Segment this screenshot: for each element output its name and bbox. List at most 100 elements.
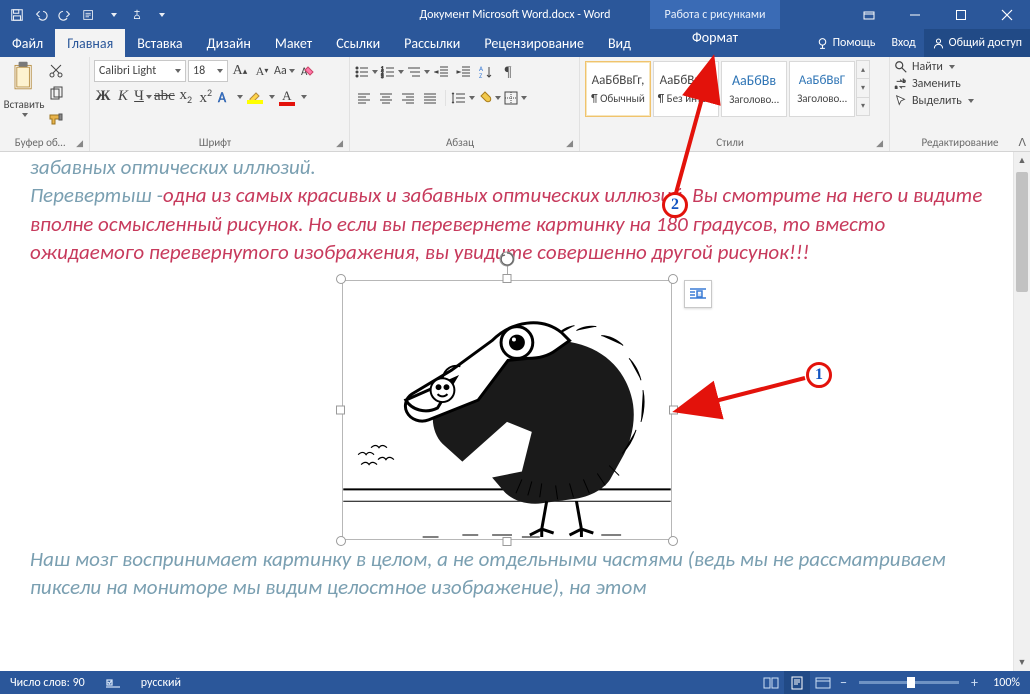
group-label-styles: Стили [584,136,876,151]
qat-customize-icon[interactable] [152,6,170,24]
paste-button[interactable]: Вставить [4,60,44,117]
resize-handle[interactable] [502,274,511,283]
maximize-icon[interactable] [938,0,984,29]
selected-image[interactable] [342,280,672,540]
highlight-icon[interactable] [245,87,265,107]
align-center-icon[interactable] [376,88,396,108]
bullets-icon[interactable] [354,62,378,82]
zoom-out-icon[interactable]: − [836,676,851,690]
show-marks-icon[interactable]: ¶ [498,62,518,82]
vertical-scrollbar[interactable]: ▲ ▼ [1013,152,1030,671]
ribbon-display-icon[interactable] [846,0,892,29]
shading-icon[interactable] [477,88,501,108]
tab-references[interactable]: Ссылки [324,29,392,57]
tab-insert[interactable]: Вставка [125,29,194,57]
replace-button[interactable]: abЗаменить [894,77,974,91]
zoom-level[interactable]: 100% [982,676,1030,690]
clear-formatting-icon[interactable]: A [297,61,317,81]
resize-handle[interactable] [668,536,678,546]
font-size-combo[interactable]: 18 [188,60,228,82]
line-spacing-icon[interactable] [451,88,475,108]
tab-format[interactable]: Формат [650,29,780,46]
collapse-ribbon-icon[interactable]: ᐱ [1018,136,1026,149]
paragraph-dialog-launcher-icon[interactable]: ◢ [566,138,573,149]
language[interactable]: русский [131,676,191,690]
document-area[interactable]: забавных оптических иллюзий. Перевертыш … [0,152,1013,671]
resize-handle[interactable] [336,536,346,546]
strikethrough-icon[interactable]: abc [154,88,175,105]
web-layout-icon[interactable] [810,671,836,694]
redo-icon[interactable] [56,6,74,24]
sign-in[interactable]: Вход [883,36,923,50]
style-heading1[interactable]: АаБбВвЗаголово… [721,61,787,117]
zoom-slider[interactable] [859,681,959,684]
share-button[interactable]: Общий доступ [924,29,1030,57]
tab-design[interactable]: Дизайн [195,29,263,57]
superscript-icon[interactable]: x2 [197,86,215,107]
find-button[interactable]: Найти [894,60,974,74]
layout-options-icon[interactable] [684,280,712,308]
align-right-icon[interactable] [398,88,418,108]
grow-font-icon[interactable]: A▴ [230,61,250,81]
touch-mode-icon[interactable] [128,6,146,24]
tab-home[interactable]: Главная [55,29,125,57]
shrink-font-icon[interactable]: A▾ [252,61,272,81]
style-heading2[interactable]: АаБбВвГЗаголово… [789,61,855,117]
font-name-combo[interactable]: Calibri Light [94,60,186,82]
change-case-icon[interactable]: Aa [274,61,295,81]
format-painter-icon[interactable] [46,107,66,127]
text-effects-icon[interactable]: A [217,87,243,107]
qat-more-icon[interactable] [104,6,122,24]
style-normal[interactable]: АаБбВвГг,¶ Обычный [585,61,651,117]
resize-handle[interactable] [502,537,511,546]
multilevel-list-icon[interactable] [406,62,430,82]
resize-handle[interactable] [336,274,346,284]
copy-icon[interactable] [46,84,66,104]
align-left-icon[interactable] [354,88,374,108]
bold-icon[interactable]: Ж [94,88,112,105]
tab-file[interactable]: Файл [0,29,55,57]
sort-icon[interactable]: AZ [476,62,496,82]
undo-icon[interactable] [32,6,50,24]
select-button[interactable]: Выделить [894,94,974,108]
tab-review[interactable]: Рецензирование [472,29,596,57]
underline-icon[interactable]: Ч [134,88,152,105]
tab-layout[interactable]: Макет [263,29,324,57]
minimize-icon[interactable] [892,0,938,29]
paragraph: забавных оптических иллюзий. [30,154,983,181]
tell-me[interactable]: Помощь [808,36,884,50]
zoom-in-icon[interactable]: + [967,676,982,690]
decrease-indent-icon[interactable] [432,62,452,82]
font-dialog-launcher-icon[interactable]: ◢ [336,138,343,149]
styles-more-icon[interactable]: ▴▾▾ [856,60,870,116]
read-mode-icon[interactable] [758,671,784,694]
justify-icon[interactable] [420,88,440,108]
resize-handle[interactable] [669,406,678,415]
print-layout-icon[interactable] [784,671,810,694]
proofing-icon[interactable] [95,676,131,690]
italic-icon[interactable]: К [114,88,132,105]
subscript-icon[interactable]: x2 [177,87,195,106]
resize-handle[interactable] [668,274,678,284]
cut-icon[interactable] [46,61,66,81]
style-no-spacing[interactable]: АаБбВвГг,¶ Без инте… [653,61,719,117]
rotate-handle-icon[interactable] [498,250,516,268]
scroll-down-icon[interactable]: ▼ [1014,654,1030,671]
tab-mailings[interactable]: Рассылки [392,29,472,57]
font-color-icon[interactable]: A [277,87,297,107]
increase-indent-icon[interactable] [454,62,474,82]
clipboard-dialog-launcher-icon[interactable]: ◢ [76,138,83,149]
tab-view[interactable]: Вид [596,29,643,57]
ribbon-tabs: Файл Главная Вставка Дизайн Макет Ссылки… [0,29,1030,57]
styles-dialog-launcher-icon[interactable]: ◢ [876,138,883,149]
close-icon[interactable] [984,0,1030,29]
qat-icon[interactable] [80,6,98,24]
resize-handle[interactable] [336,406,345,415]
svg-text:3: 3 [381,74,384,80]
borders-icon[interactable] [503,88,527,108]
scroll-thumb[interactable] [1016,172,1028,292]
scroll-up-icon[interactable]: ▲ [1014,152,1030,169]
numbering-icon[interactable]: 123 [380,62,404,82]
save-icon[interactable] [8,6,26,24]
word-count[interactable]: Число слов: 90 [0,676,95,690]
